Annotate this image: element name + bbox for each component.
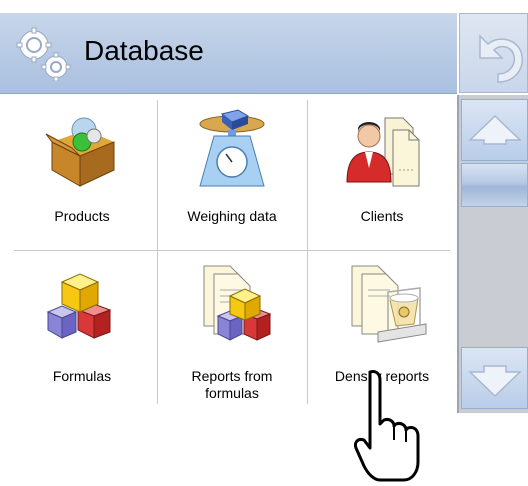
- arrow-up-icon: [468, 114, 522, 145]
- density-reports-icon: [351, 265, 427, 343]
- grid-item-weighing-data[interactable]: Weighing data: [158, 108, 306, 225]
- grid-divider: [14, 250, 450, 251]
- grid-item-label: formulas: [205, 385, 259, 401]
- scroll-up-button[interactable]: [461, 99, 528, 161]
- products-box-icon: [45, 117, 115, 187]
- grid-item-label: Products: [54, 208, 110, 224]
- grid-item-formulas[interactable]: Formulas: [8, 264, 156, 385]
- scrollbar-thumb[interactable]: [461, 163, 528, 207]
- title-bar: Database: [0, 13, 457, 94]
- grid-item-products[interactable]: Products: [8, 108, 156, 225]
- grid-item-clients[interactable]: Clients: [308, 108, 456, 225]
- scale-icon: [199, 109, 265, 187]
- grid-item-label: Weighing data: [187, 208, 277, 224]
- undo-button[interactable]: [459, 13, 528, 93]
- formula-reports-icon: [203, 265, 272, 341]
- scroll-down-button[interactable]: [461, 347, 528, 409]
- formulas-cubes-icon: [46, 273, 112, 339]
- pointing-hand-icon: [354, 370, 420, 482]
- page-title: Database: [84, 35, 204, 66]
- grid-item-label: Reports from: [191, 368, 273, 384]
- settings-gears-icon: [16, 27, 71, 81]
- grid-item-label: Clients: [360, 208, 404, 224]
- right-panel: [457, 13, 528, 413]
- grid-item-label: Formulas: [52, 368, 112, 384]
- undo-icon: [479, 34, 523, 83]
- clients-icon: [346, 117, 420, 187]
- arrow-down-icon: [468, 365, 522, 398]
- grid-item-density-reports[interactable]: Density reports: [308, 264, 456, 385]
- grid-item-reports-from-formulas[interactable]: Reports from formulas: [158, 264, 306, 402]
